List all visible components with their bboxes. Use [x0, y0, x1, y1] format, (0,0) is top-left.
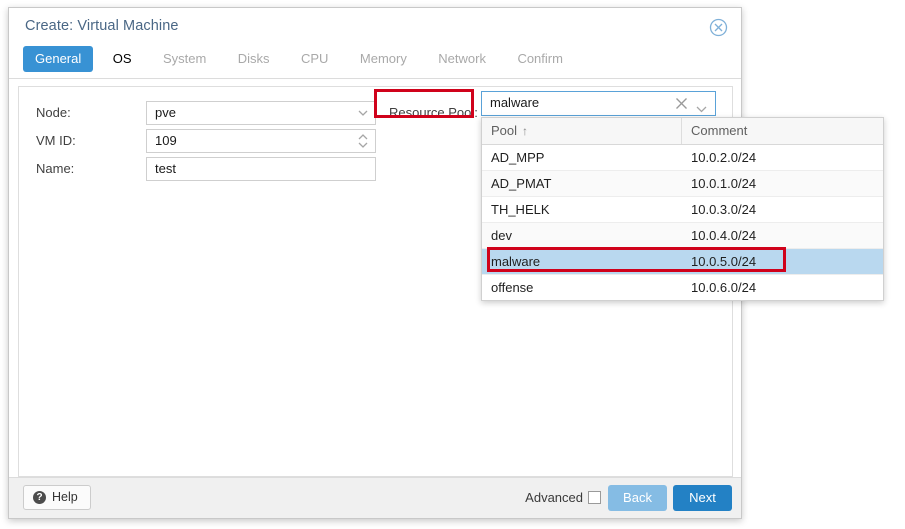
pool-comment: 10.0.1.0/24: [691, 176, 757, 191]
advanced-label: Advanced: [525, 490, 583, 505]
list-item[interactable]: offense 10.0.6.0/24: [482, 275, 883, 300]
help-button[interactable]: ? Help: [23, 485, 91, 510]
back-button[interactable]: Back: [608, 485, 667, 511]
vmid-input[interactable]: 109: [146, 129, 376, 153]
pool-comment: 10.0.3.0/24: [691, 202, 757, 217]
pool-name: AD_MPP: [491, 150, 545, 165]
spinner-up-down-icon[interactable]: [355, 130, 371, 152]
resource-pool-label: Resource Pool:: [389, 105, 478, 120]
pool-name: malware: [491, 254, 541, 269]
pool-comment: 10.0.4.0/24: [691, 228, 757, 243]
tab-confirm[interactable]: Confirm: [505, 46, 575, 72]
column-header-pool-label: Pool: [491, 123, 518, 138]
pool-name: offense: [491, 280, 534, 295]
list-item[interactable]: TH_HELK 10.0.3.0/24: [482, 197, 883, 223]
node-label: Node:: [36, 105, 71, 120]
pool-comment: 10.0.5.0/24: [691, 254, 757, 269]
tab-memory[interactable]: Memory: [348, 46, 419, 72]
pool-name: AD_PMAT: [491, 176, 552, 191]
pool-comment: 10.0.2.0/24: [691, 150, 757, 165]
help-label: Help: [52, 490, 78, 504]
name-value: test: [155, 161, 176, 176]
dropdown-header: Pool ↑ Comment: [482, 118, 883, 145]
pool-name: TH_HELK: [491, 202, 550, 217]
list-item-selected[interactable]: malware 10.0.5.0/24: [482, 249, 883, 275]
list-item[interactable]: dev 10.0.4.0/24: [482, 223, 883, 249]
next-button[interactable]: Next: [673, 485, 732, 511]
vmid-value: 109: [155, 133, 177, 148]
column-header-comment[interactable]: Comment: [682, 118, 883, 144]
tab-os[interactable]: OS: [101, 46, 144, 72]
node-select[interactable]: pve: [146, 101, 376, 125]
dialog-titlebar: Create: Virtual Machine: [9, 8, 741, 46]
list-item[interactable]: AD_MPP 10.0.2.0/24: [482, 145, 883, 171]
resource-pool-dropdown[interactable]: Pool ↑ Comment AD_MPP 10.0.2.0/24 AD_PMAT…: [481, 117, 884, 301]
tab-cpu[interactable]: CPU: [289, 46, 340, 72]
resource-pool-value: malware: [490, 95, 540, 110]
vmid-field-row: VM ID: 109: [36, 129, 376, 153]
wizard-tabs: General OS System Disks CPU Memory Netwo…: [9, 46, 741, 79]
dialog-title: Create: Virtual Machine: [25, 18, 179, 34]
node-value: pve: [155, 105, 176, 120]
name-input[interactable]: test: [146, 157, 376, 181]
chevron-down-icon[interactable]: [695, 100, 708, 113]
close-icon[interactable]: [709, 18, 728, 37]
list-item[interactable]: AD_PMAT 10.0.1.0/24: [482, 171, 883, 197]
name-field-row: Name: test: [36, 157, 376, 181]
advanced-checkbox[interactable]: [588, 491, 601, 504]
pool-name: dev: [491, 228, 512, 243]
question-circle-icon: ?: [33, 491, 46, 504]
tab-disks[interactable]: Disks: [226, 46, 282, 72]
tab-network[interactable]: Network: [426, 46, 498, 72]
node-field-row: Node: pve: [36, 101, 376, 125]
tab-system[interactable]: System: [151, 46, 218, 72]
chevron-down-icon[interactable]: [355, 102, 371, 124]
sort-ascending-icon: ↑: [522, 124, 529, 138]
name-label: Name:: [36, 161, 75, 176]
vmid-label: VM ID:: [36, 133, 76, 148]
screen: Create: Virtual Machine General OS Syste…: [0, 0, 905, 529]
dialog-footer: ? Help Advanced Back Next: [9, 477, 741, 518]
resource-pool-combobox[interactable]: malware: [481, 91, 716, 116]
clear-x-icon[interactable]: [675, 97, 688, 110]
pool-comment: 10.0.6.0/24: [691, 280, 757, 295]
tab-general[interactable]: General: [23, 46, 94, 72]
column-header-pool[interactable]: Pool ↑: [482, 118, 682, 144]
